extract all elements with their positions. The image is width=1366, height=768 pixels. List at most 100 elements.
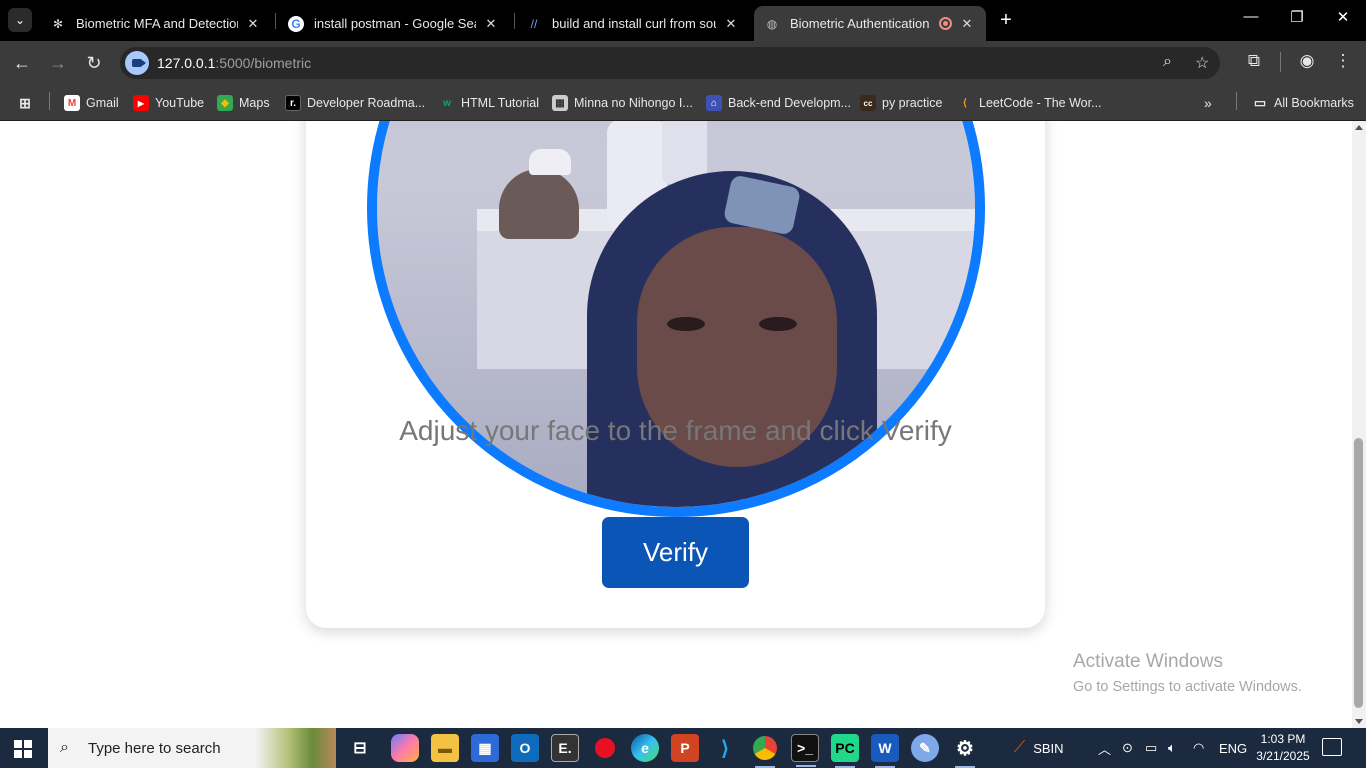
tab-title: Biometric Authentication <box>790 16 930 31</box>
tab-search-button[interactable]: ⌄ <box>8 8 32 32</box>
bookmark-minna-no-nihongo[interactable]: ▦ Minna no Nihongo I... <box>552 93 693 113</box>
search-highlight-image <box>256 728 336 768</box>
outlook-icon[interactable]: O <box>511 734 539 762</box>
file-explorer-icon[interactable]: ▬ <box>431 734 459 762</box>
page-viewport: Adjust your face to the frame and click … <box>0 121 1352 728</box>
bookmark-label: HTML Tutorial <box>461 96 540 110</box>
task-view-icon[interactable]: ⊟ <box>346 734 374 762</box>
forward-button[interactable]: → <box>46 51 70 75</box>
bookmarks-bar: ⊞ M Gmail ▶ YouTube ◆ Maps r. Developer … <box>0 85 1366 121</box>
roadmap-icon: r. <box>285 95 301 111</box>
restore-button[interactable]: ❐ <box>1282 8 1312 26</box>
taskbar-search[interactable]: ⌕ Type here to search <box>48 728 336 768</box>
word-icon[interactable]: W <box>871 734 899 768</box>
bookmark-leetcode[interactable]: ⟨ LeetCode - The Wor... <box>957 93 1102 113</box>
chrome-icon[interactable] <box>751 734 779 768</box>
minimize-button[interactable]: — <box>1236 8 1266 25</box>
language-indicator[interactable]: ENG <box>1219 728 1247 768</box>
bookmark-gmail[interactable]: M Gmail <box>64 93 119 113</box>
leetcode-icon: ⟨ <box>963 97 967 109</box>
pycharm-icon[interactable]: PC <box>831 734 859 768</box>
book-icon: ▦ <box>552 95 568 111</box>
menu-icon[interactable]: ⋮ <box>1331 51 1355 71</box>
double-chevron-icon: » <box>1204 95 1212 111</box>
meet-now-icon[interactable]: ⊙ <box>1122 728 1133 768</box>
battery-icon[interactable]: ▭ <box>1145 728 1157 768</box>
verify-button[interactable]: Verify <box>602 517 749 588</box>
bookmark-label: Maps <box>239 96 270 110</box>
reload-button[interactable]: ↻ <box>82 51 106 75</box>
bookmark-youtube[interactable]: ▶ YouTube <box>133 93 204 113</box>
close-icon[interactable]: ✕ <box>244 16 262 32</box>
bookmark-maps[interactable]: ◆ Maps <box>217 93 270 113</box>
tab-biometric-authentication[interactable]: ◍ Biometric Authentication ✕ <box>754 6 986 41</box>
eclipse-icon[interactable]: E. <box>551 734 579 762</box>
clock-time: 1:03 PM <box>1260 732 1306 746</box>
profile-icon[interactable]: ◉ <box>1295 51 1319 71</box>
instruction-text: Adjust your face to the frame and click … <box>399 415 952 446</box>
arrow-right-icon: → <box>49 53 67 73</box>
scrollbar-thumb[interactable] <box>1354 438 1363 708</box>
paint-icon[interactable]: ✎ <box>911 734 939 762</box>
close-window-button[interactable]: ✕ <box>1328 8 1358 26</box>
tab-build-curl[interactable]: // build and install curl from source ✕ <box>516 6 750 41</box>
edge-icon[interactable]: e <box>631 734 659 762</box>
page-scrollbar[interactable] <box>1352 121 1366 728</box>
tab-title: install postman - Google Search <box>314 16 476 31</box>
bookmark-py-practice[interactable]: cc py practice <box>860 93 942 113</box>
close-icon[interactable]: ✕ <box>722 16 740 32</box>
stock-widget[interactable]: ⟋ SBIN <box>1014 728 1064 768</box>
terminal-icon[interactable]: >_ <box>791 734 819 767</box>
tab-biometric-mfa[interactable]: ✻ Biometric MFA and Detection M ✕ <box>40 6 272 41</box>
url-host: 127.0.0.1 <box>157 55 216 71</box>
volume-icon[interactable]: 🔈︎ <box>1168 728 1176 768</box>
bookmark-html-tutorial[interactable]: w HTML Tutorial <box>439 93 539 113</box>
scroll-up-arrow-icon[interactable] <box>1355 125 1363 130</box>
clock-date: 3/21/2025 <box>1256 749 1310 763</box>
tab-install-postman[interactable]: G install postman - Google Search ✕ <box>278 6 510 41</box>
vscode-icon[interactable]: ⟩ <box>711 734 739 762</box>
extensions-icon[interactable]: ⧉ <box>1242 51 1266 71</box>
zoom-icon[interactable]: ⌕ <box>1163 53 1172 71</box>
show-hidden-icons[interactable]: ︿ <box>1098 728 1111 768</box>
stock-trend-icon: ⟋ <box>1014 739 1026 756</box>
all-bookmarks-label: All Bookmarks <box>1274 96 1354 110</box>
watermark-title: Activate Windows <box>1073 651 1223 672</box>
taskbar-search-placeholder: Type here to search <box>88 739 221 757</box>
bookmarks-divider <box>1236 92 1237 110</box>
all-bookmarks-button[interactable]: ▭ All Bookmarks <box>1252 93 1354 113</box>
bookmark-label: YouTube <box>155 96 205 110</box>
settings-icon[interactable]: ⚙ <box>951 734 979 768</box>
back-button[interactable]: ← <box>10 51 34 75</box>
browser-toolbar: ← → ↻ 127.0.0.1:5000/biometric ⌕ ☆ ⧉ ◉ ⋮ <box>0 41 1366 85</box>
backend-icon: ⌂ <box>706 95 722 111</box>
google-icon: G <box>288 15 304 32</box>
star-icon[interactable]: ☆ <box>1195 53 1209 73</box>
address-bar[interactable]: 127.0.0.1:5000/biometric ⌕ ☆ <box>120 47 1220 79</box>
bookmark-label: LeetCode - The Wor... <box>979 96 1102 110</box>
copilot-icon[interactable] <box>391 734 419 762</box>
bookmark-developer-roadmap[interactable]: r. Developer Roadma... <box>285 93 425 113</box>
apps-button[interactable]: ⊞ <box>17 93 39 113</box>
bookmark-label: Developer Roadma... <box>307 96 426 110</box>
bookmark-label: Minna no Nihongo I... <box>574 96 693 110</box>
powerpoint-icon[interactable]: P <box>671 734 699 762</box>
windows-taskbar: ⌕ Type here to search ⊟ ▬ ▦ O E. e P ⟩ >… <box>0 728 1366 768</box>
new-tab-button[interactable]: + <box>995 9 1017 32</box>
close-icon[interactable]: ✕ <box>958 16 976 32</box>
more-bookmarks-button[interactable]: » <box>1204 93 1212 113</box>
recorder-icon[interactable] <box>591 734 619 762</box>
scroll-down-arrow-icon[interactable] <box>1355 719 1363 724</box>
watermark-subtitle: Go to Settings to activate Windows. <box>1073 679 1302 695</box>
windows-start-icon[interactable] <box>14 740 32 758</box>
maps-icon: ◆ <box>217 95 233 111</box>
system-clock[interactable]: 1:03 PM 3/21/2025 <box>1254 731 1312 765</box>
bookmark-backend-development[interactable]: ⌂ Back-end Developm... <box>706 93 851 113</box>
camera-in-use-icon[interactable] <box>125 51 149 75</box>
reload-icon: ↻ <box>86 53 102 73</box>
url-text[interactable]: 127.0.0.1:5000/biometric <box>157 55 311 71</box>
microsoft-store-icon[interactable]: ▦ <box>471 734 499 762</box>
close-icon[interactable]: ✕ <box>482 16 500 32</box>
notifications-icon[interactable] <box>1322 738 1342 756</box>
wifi-icon[interactable]: ◠ <box>1193 728 1204 768</box>
